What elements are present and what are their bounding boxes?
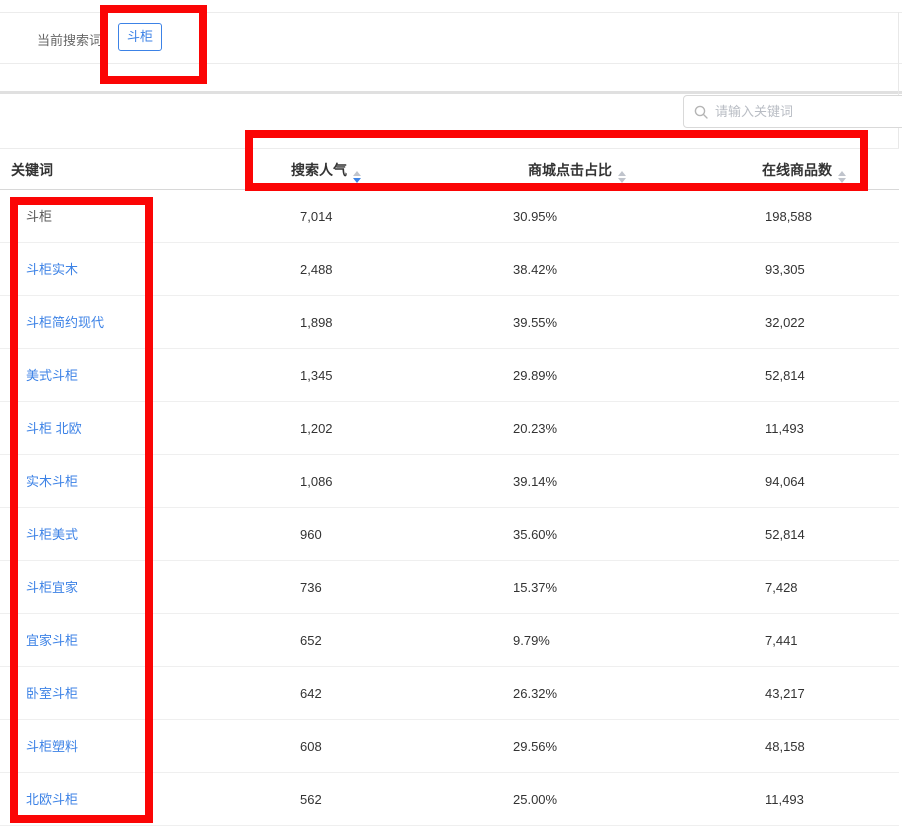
- mall-click-ratio-value: 25.00%: [513, 792, 558, 807]
- keyword-link[interactable]: 斗柜简约现代: [26, 296, 104, 349]
- online-products-value: 52,814: [765, 527, 805, 542]
- top-divider: [0, 12, 902, 13]
- table-row: 实木斗柜 1,086 39.14% 94,064: [0, 455, 899, 508]
- sort-icon[interactable]: [618, 171, 626, 183]
- mall-click-ratio-value: 35.60%: [513, 527, 558, 542]
- table-row: 斗柜宜家 736 15.37% 7,428: [0, 561, 899, 614]
- keyword-link[interactable]: 斗柜塑料: [26, 720, 78, 773]
- search-popularity-value: 642: [300, 686, 322, 701]
- online-products-value: 94,064: [765, 474, 805, 489]
- keyword-link[interactable]: 实木斗柜: [26, 455, 78, 508]
- search-popularity-value: 1,202: [300, 421, 333, 436]
- table-row: 斗柜 北欧 1,202 20.23% 11,493: [0, 402, 899, 455]
- keyword-link[interactable]: 北欧斗柜: [26, 773, 78, 826]
- table-row: 斗柜实木 2,488 38.42% 93,305: [0, 243, 899, 296]
- keyword-link[interactable]: 美式斗柜: [26, 349, 78, 402]
- sort-icon[interactable]: [838, 171, 846, 183]
- keyword-link[interactable]: 斗柜 北欧: [26, 402, 82, 455]
- online-products-value: 11,493: [765, 421, 804, 436]
- mall-click-ratio-value: 26.32%: [513, 686, 558, 701]
- mall-click-ratio-value: 30.95%: [513, 209, 558, 224]
- table-row: 斗柜简约现代 1,898 39.55% 32,022: [0, 296, 899, 349]
- online-products-value: 32,022: [765, 315, 805, 330]
- keyword-text: 斗柜: [26, 209, 53, 224]
- keyword-link[interactable]: 卧室斗柜: [26, 667, 78, 720]
- online-products-value: 11,493: [765, 792, 804, 807]
- table-body: 斗柜 7,014 30.95% 198,588 斗柜实木 2,488 38.42…: [0, 190, 899, 826]
- mall-click-ratio-value: 39.14%: [513, 474, 558, 489]
- column-header-mall-click-ratio[interactable]: 商城点击占比: [528, 149, 626, 191]
- table-row: 斗柜塑料 608 29.56% 48,158: [0, 720, 899, 773]
- table-header: 关键词 搜索人气 商城点击占比 在线商品数: [0, 148, 899, 190]
- search-popularity-value: 608: [300, 739, 322, 754]
- mall-click-ratio-value: 29.56%: [513, 739, 558, 754]
- topbar-bottom-divider: [0, 63, 902, 64]
- section-divider: [0, 91, 902, 94]
- column-header-keyword: 关键词: [11, 162, 53, 178]
- keyword-link[interactable]: 斗柜宜家: [26, 561, 78, 614]
- online-products-value: 7,428: [765, 580, 798, 595]
- table-row: 宜家斗柜 652 9.79% 7,441: [0, 614, 899, 667]
- search-popularity-value: 562: [300, 792, 322, 807]
- online-products-value: 48,158: [765, 739, 805, 754]
- mall-click-ratio-value: 29.89%: [513, 368, 558, 383]
- table-row: 斗柜 7,014 30.95% 198,588: [0, 190, 899, 243]
- keyword-search-box[interactable]: [683, 95, 902, 128]
- table-row: 卧室斗柜 642 26.32% 43,217: [0, 667, 899, 720]
- column-header-search-popularity[interactable]: 搜索人气: [291, 149, 361, 191]
- search-popularity-value: 1,898: [300, 315, 333, 330]
- search-popularity-value: 1,345: [300, 368, 333, 383]
- search-popularity-value: 2,488: [300, 262, 333, 277]
- online-products-value: 93,305: [765, 262, 805, 277]
- search-input[interactable]: [715, 104, 895, 119]
- keyword-link[interactable]: 宜家斗柜: [26, 614, 78, 667]
- mall-click-ratio-value: 20.23%: [513, 421, 558, 436]
- sort-icon[interactable]: [353, 171, 361, 183]
- online-products-value: 198,588: [765, 209, 812, 224]
- current-search-term-label: 当前搜索词：: [37, 33, 116, 48]
- mall-click-ratio-value: 9.79%: [513, 633, 550, 648]
- table-row: 北欧斗柜 562 25.00% 11,493: [0, 773, 899, 826]
- search-popularity-value: 652: [300, 633, 322, 648]
- online-products-value: 43,217: [765, 686, 805, 701]
- keyword-link[interactable]: 斗柜美式: [26, 508, 78, 561]
- keyword-link[interactable]: 斗柜实木: [26, 243, 78, 296]
- search-icon: [694, 105, 708, 119]
- online-products-value: 52,814: [765, 368, 805, 383]
- current-search-term-tag[interactable]: 斗柜: [118, 23, 162, 51]
- table-row: 美式斗柜 1,345 29.89% 52,814: [0, 349, 899, 402]
- search-popularity-value: 1,086: [300, 474, 333, 489]
- search-popularity-value: 960: [300, 527, 322, 542]
- mall-click-ratio-value: 38.42%: [513, 262, 558, 277]
- mall-click-ratio-value: 15.37%: [513, 580, 558, 595]
- search-popularity-value: 736: [300, 580, 322, 595]
- online-products-value: 7,441: [765, 633, 798, 648]
- table-row: 斗柜美式 960 35.60% 52,814: [0, 508, 899, 561]
- column-header-online-products[interactable]: 在线商品数: [762, 149, 846, 191]
- mall-click-ratio-value: 39.55%: [513, 315, 558, 330]
- search-popularity-value: 7,014: [300, 209, 333, 224]
